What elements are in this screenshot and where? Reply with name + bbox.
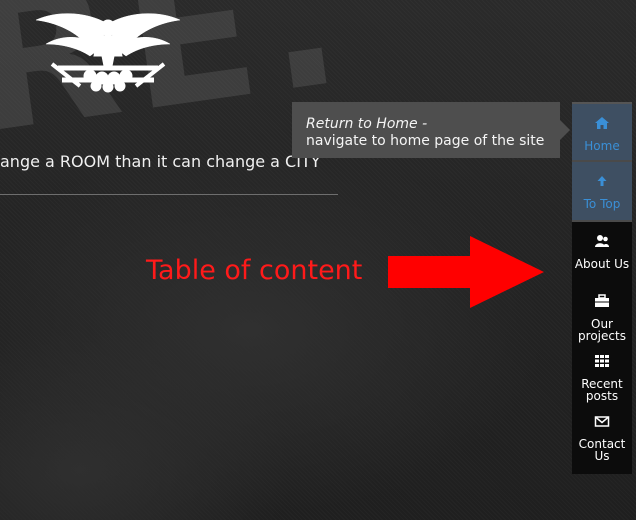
nav-our-projects-label-line2: projects (578, 329, 626, 343)
side-navigation-footer (572, 462, 632, 474)
nav-contact-us-label-line2: Us (594, 449, 610, 463)
side-navigation: Home To Top About Us Our projects Recent… (572, 102, 632, 474)
users-icon (595, 235, 609, 247)
nav-about-us-label: About Us (574, 257, 630, 271)
divider-line (0, 194, 338, 195)
eagle-emblem-logo[interactable] (28, 6, 188, 96)
nav-home-label: Home (584, 139, 620, 153)
tooltip-description: navigate to home page of the site (306, 133, 545, 149)
page-tagline: ange a ROOM than it can change a CITY (0, 152, 321, 171)
home-tooltip: Return to Home - navigate to home page o… (292, 102, 570, 158)
briefcase-icon (595, 294, 609, 307)
nav-contact-us[interactable]: Contact Us (572, 402, 632, 462)
table-of-content-annotation: Table of content (146, 255, 363, 286)
arrow-up-icon (597, 176, 607, 186)
nav-recent-posts-label-line2: posts (585, 389, 619, 403)
red-arrow-icon (388, 236, 544, 308)
tooltip-title: Return to Home - (306, 116, 428, 132)
home-icon (595, 117, 609, 129)
nav-to-top[interactable]: To Top (572, 162, 632, 222)
nav-to-top-label: To Top (583, 197, 621, 211)
grid-icon (595, 355, 609, 367)
nav-our-projects[interactable]: Our projects (572, 282, 632, 342)
nav-about-us[interactable]: About Us (572, 222, 632, 282)
envelope-icon (594, 416, 610, 427)
nav-recent-posts[interactable]: Recent posts (572, 342, 632, 402)
nav-home[interactable]: Home (572, 102, 632, 162)
